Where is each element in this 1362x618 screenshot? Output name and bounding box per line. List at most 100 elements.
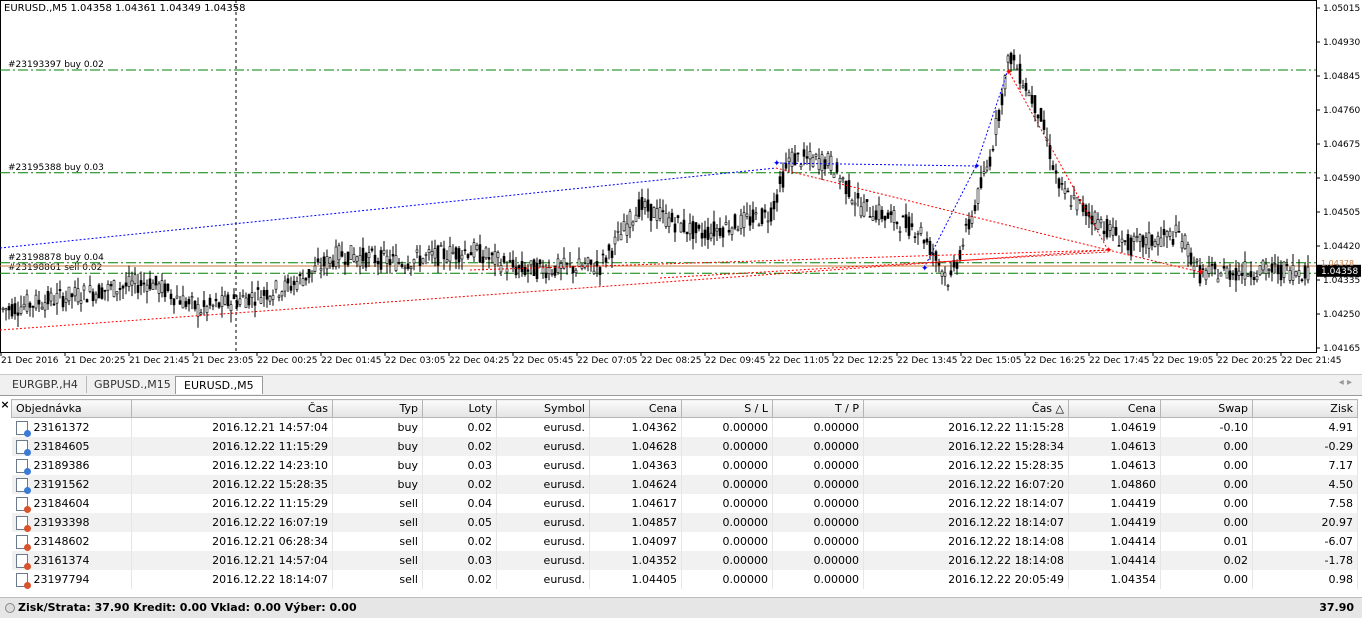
candle-body <box>1117 245 1121 247</box>
candle-body <box>139 280 143 287</box>
candle-body <box>13 303 17 315</box>
candle-body <box>604 257 608 263</box>
col-close-price[interactable]: Cena <box>1068 399 1161 418</box>
tab-scroll-arrows-icon[interactable]: ◂ ▸ <box>1339 377 1352 388</box>
price-chart[interactable]: 1.05015 1.04930 1.04845 1.04760 1.04675 1.045… <box>0 0 1362 372</box>
close-icon[interactable]: × <box>0 398 10 411</box>
col-close-time[interactable]: Čas △ <box>863 399 1069 418</box>
candle-body <box>1222 266 1226 269</box>
candle-body <box>142 282 146 285</box>
table-row[interactable]: 23184604 2016.12.22 11:15:29 sell 0.04 eurus… <box>11 494 1358 513</box>
candle-body <box>1168 230 1172 237</box>
candle-body <box>415 249 419 253</box>
table-row[interactable]: 23191562 2016.12.22 15:28:35 buy 0.02 eurusd… <box>11 475 1358 494</box>
tab-eurusd-m5[interactable]: EURUSD.,M5 <box>175 376 263 394</box>
col-tp[interactable]: T / P <box>772 399 864 418</box>
col-symbol[interactable]: Symbol <box>496 399 590 418</box>
tab-gbpusd-m15[interactable]: GBPUSD.,M15 <box>86 376 180 393</box>
col-open-time[interactable]: Čas <box>131 399 333 418</box>
candle-body <box>1255 276 1259 281</box>
symbol-cell: eurusd. <box>496 417 590 437</box>
col-order[interactable]: Objednávka <box>11 399 132 418</box>
close-time-cell: 2016.12.22 11:15:28 <box>863 417 1069 437</box>
candle-body <box>934 251 938 261</box>
candle-body <box>793 153 797 166</box>
candle-body <box>625 223 629 236</box>
order-cell: 23161372 <box>11 417 132 437</box>
candle-body <box>496 252 500 258</box>
candle-body <box>1051 165 1055 170</box>
candle-body <box>616 230 620 233</box>
candle-body <box>94 293 98 301</box>
candle-body <box>67 286 71 302</box>
candle-body <box>1177 230 1181 233</box>
sl-cell: 0.00000 <box>681 437 773 456</box>
col-type[interactable]: Typ <box>332 399 423 418</box>
table-row[interactable]: 23197794 2016.12.22 18:14:07 sell 0.02 eurus… <box>11 570 1358 589</box>
candle-body <box>805 156 809 159</box>
candle-body <box>775 194 779 203</box>
open-price-cell: 1.04628 <box>589 437 682 456</box>
candle-body <box>487 257 491 260</box>
candle-body <box>445 259 449 263</box>
table-row[interactable]: 23161374 2016.12.21 14:57:04 sell 0.03 eurus… <box>11 551 1358 570</box>
order-number: 23184605 <box>33 439 90 453</box>
candle-body <box>790 151 794 167</box>
candle-body <box>1105 218 1109 238</box>
table-row[interactable]: 23189386 2016.12.22 14:23:10 buy 0.03 eurusd… <box>11 456 1358 475</box>
table-row[interactable]: 23148602 2016.12.21 06:28:34 sell 0.02 eurus… <box>11 532 1358 551</box>
candle-body <box>814 153 818 157</box>
order-cell: 23191562 <box>11 475 132 494</box>
table-row[interactable]: 23161372 2016.12.21 14:57:04 buy 0.02 eurusd… <box>11 417 1358 437</box>
candle-body <box>865 199 869 203</box>
table-row[interactable]: 23184605 2016.12.22 11:15:29 buy 0.02 eurusd… <box>11 437 1358 456</box>
col-lots[interactable]: Loty <box>422 399 497 418</box>
buy-order-icon <box>15 477 31 494</box>
order-cell: 23161374 <box>11 551 132 570</box>
candle-body <box>1093 211 1097 224</box>
candle-body <box>184 301 188 307</box>
col-open-price[interactable]: Cena <box>589 399 682 418</box>
candle-body <box>307 269 311 278</box>
candle-body <box>286 278 290 284</box>
candle-body <box>397 262 401 264</box>
col-swap[interactable]: Swap <box>1160 399 1253 418</box>
candle-body <box>70 293 74 298</box>
table-row[interactable]: 23193398 2016.12.22 16:07:19 sell 0.05 eurus… <box>11 513 1358 532</box>
candle-body <box>364 253 368 268</box>
candle-body <box>1042 119 1046 130</box>
open-price-cell: 1.04352 <box>589 551 682 570</box>
price-label: 1.04760 <box>1323 106 1360 116</box>
candle-body <box>256 287 260 290</box>
candle-body <box>757 224 761 227</box>
candle-body <box>874 210 878 220</box>
candle-body <box>742 212 746 228</box>
col-profit[interactable]: Zisk <box>1252 399 1358 418</box>
candle-body <box>1291 265 1295 281</box>
candle-body <box>412 259 416 264</box>
candle-body <box>136 284 140 293</box>
sl-cell: 0.00000 <box>681 570 773 589</box>
candle-body <box>508 260 512 262</box>
candle-body <box>439 244 443 247</box>
swap-cell: -0.10 <box>1160 417 1253 437</box>
candle-body <box>997 110 1001 122</box>
col-sl[interactable]: S / L <box>681 399 773 418</box>
candle-body <box>304 277 308 281</box>
candle-body <box>352 254 356 262</box>
candle-body <box>811 157 815 167</box>
candle-body <box>697 225 701 229</box>
candle-body <box>1285 264 1289 266</box>
candle-body <box>217 302 221 308</box>
tab-eurgbp-h4[interactable]: EURGBP.,H4 <box>4 376 87 393</box>
price-label: 1.04165 <box>1323 344 1360 354</box>
candle-body <box>376 261 380 265</box>
time-label: 22 Dec 04:25 <box>449 356 510 366</box>
lots-cell: 0.02 <box>422 532 497 551</box>
candle-body <box>403 267 407 270</box>
candlestick-chart[interactable]: 1.05015 1.04930 1.04845 1.04760 1.04675 1.045… <box>0 0 1362 372</box>
type-cell: sell <box>332 513 423 532</box>
summary-total: 37.90 <box>1319 601 1354 614</box>
candle-body <box>1192 265 1196 271</box>
candle-body <box>1027 92 1031 97</box>
